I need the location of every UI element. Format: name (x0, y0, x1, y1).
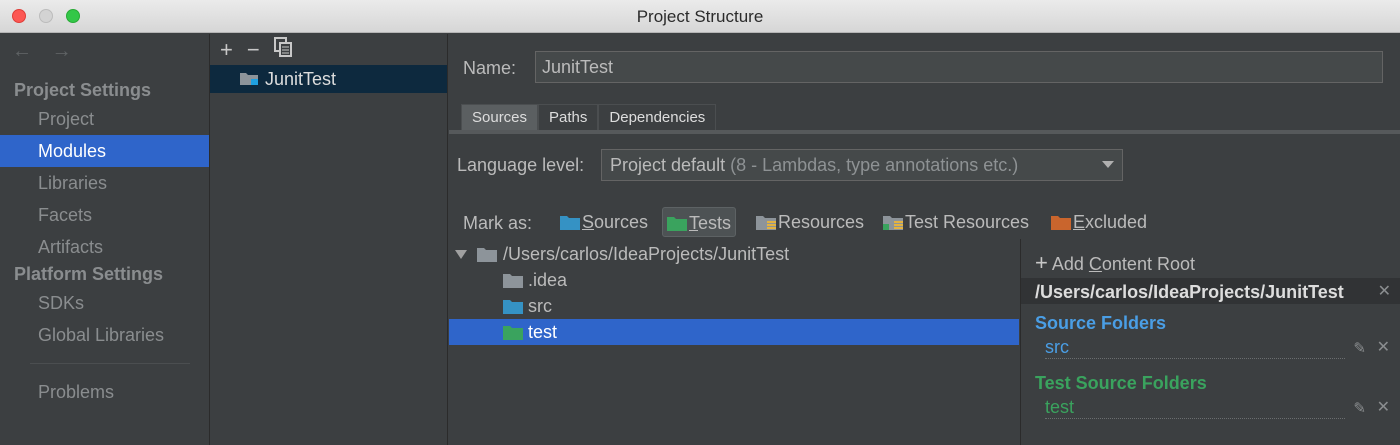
sidebar-item-sdks[interactable]: SDKs (0, 287, 209, 319)
expand-caret-icon[interactable] (455, 250, 467, 259)
settings-sidebar: ← → Project Settings Project Modules Lib… (0, 34, 210, 445)
add-module-button[interactable]: + (220, 37, 233, 63)
back-arrow-icon[interactable]: ← (12, 40, 32, 62)
remove-module-button[interactable]: − (247, 37, 260, 63)
tree-row-root[interactable]: /Users/carlos/IdeaProjects/JunitTest (449, 241, 1019, 267)
name-label: Name: (463, 58, 517, 78)
module-list-panel: + − JunitTest (210, 34, 448, 445)
mark-test-resources-label: Test Resources (905, 212, 1030, 232)
mark-excluded-label: xcluded (1085, 212, 1148, 232)
mark-test-resources-button[interactable]: Test Resources (879, 207, 1033, 237)
platform-settings-header: Platform Settings (14, 264, 164, 284)
add-content-root-rest: ontent Root (1101, 254, 1195, 274)
mark-resources-button[interactable]: Resources (752, 207, 868, 237)
test-resources-folder-icon (883, 216, 903, 230)
mark-tests-button[interactable]: Tests (662, 207, 737, 237)
test-folder-icon (503, 326, 523, 340)
source-folder-icon (503, 300, 523, 314)
source-folders-header: Source Folders (1035, 313, 1167, 333)
sidebar-item-libraries[interactable]: Libraries (0, 167, 209, 199)
nav-arrows: ← → (12, 40, 86, 63)
mark-as-label: Mark as: (463, 213, 533, 233)
mark-tests-label: ests (698, 213, 732, 233)
tree-row-idea[interactable]: .idea (449, 267, 1019, 293)
tree-item-label: src (528, 296, 552, 316)
tab-paths[interactable]: Paths (538, 104, 599, 130)
window-title: Project Structure (636, 7, 764, 26)
language-level-select[interactable]: Project default (8 - Lambdas, type annot… (601, 149, 1123, 181)
tree-item-label: .idea (528, 270, 568, 290)
tab-dependencies[interactable]: Dependencies (598, 104, 717, 130)
module-folder-icon (240, 73, 258, 85)
plus-icon: + (1035, 250, 1048, 275)
excluded-folder-icon (1051, 216, 1071, 230)
project-settings-header: Project Settings (14, 80, 152, 100)
sidebar-item-problems[interactable]: Problems (0, 376, 209, 408)
language-level-value: Project default (610, 155, 726, 175)
mark-sources-underline: S (582, 212, 595, 232)
add-content-root-button[interactable]: + Add Content Root (1035, 250, 1195, 276)
tree-root-label: /Users/carlos/IdeaProjects/JunitTest (503, 244, 790, 264)
copy-icon[interactable] (273, 37, 292, 63)
content-root-path: /Users/carlos/IdeaProjects/JunitTest (1035, 282, 1344, 302)
add-content-root-underline: C (1088, 254, 1102, 274)
module-name: JunitTest (265, 69, 337, 89)
tree-row-src[interactable]: src (449, 293, 1019, 319)
sidebar-divider (30, 363, 190, 364)
content-roots-panel: + Add Content Root /Users/carlos/IdeaPro… (1020, 239, 1400, 445)
edit-pencil-icon[interactable]: ✎ (1353, 399, 1366, 417)
tree-item-label: test (528, 322, 558, 342)
content-root-header: /Users/carlos/IdeaProjects/JunitTest ✕ (1021, 278, 1400, 304)
test-source-folder-entry[interactable]: test (1045, 397, 1345, 419)
module-toolbar: + − (220, 36, 292, 64)
sidebar-item-global-libraries[interactable]: Global Libraries (0, 319, 209, 351)
folder-icon (503, 274, 523, 288)
tree-row-test[interactable]: test (449, 319, 1019, 345)
mark-excluded-underline: E (1073, 212, 1086, 232)
language-level-label: Language level: (457, 155, 585, 175)
mark-excluded-button[interactable]: Excluded (1047, 207, 1151, 237)
module-name-field[interactable]: JunitTest (535, 51, 1383, 83)
tab-sources[interactable]: Sources (461, 104, 539, 130)
sidebar-item-modules[interactable]: Modules (0, 135, 209, 167)
remove-folder-icon[interactable]: ✕ (1377, 397, 1390, 417)
sidebar-item-project[interactable]: Project (0, 103, 209, 135)
sources-folder-icon (560, 216, 580, 230)
remove-content-root-icon[interactable]: ✕ (1378, 281, 1391, 301)
module-settings: Name: JunitTest Sources Paths Dependenci… (449, 34, 1400, 445)
mark-tests-underline: T (689, 213, 698, 233)
mark-sources-label: ources (594, 212, 649, 232)
language-level-detail: (8 - Lambdas, type annotations etc.) (730, 155, 1019, 175)
mark-resources-label: Resources (778, 212, 865, 232)
source-folder-entry[interactable]: src (1045, 337, 1345, 359)
content-root-tree: /Users/carlos/IdeaProjects/JunitTest .id… (449, 239, 1019, 445)
add-content-root-prefix: Add (1051, 254, 1089, 274)
forward-arrow-icon[interactable]: → (52, 40, 72, 62)
test-source-folders-header: Test Source Folders (1035, 373, 1207, 393)
folder-icon (477, 248, 497, 262)
module-tabs: Sources Paths Dependencies (461, 104, 717, 130)
mark-sources-button[interactable]: Sources (556, 207, 652, 237)
remove-folder-icon[interactable]: ✕ (1377, 337, 1390, 357)
module-item-junittest[interactable]: JunitTest (210, 65, 447, 93)
chevron-down-icon (1102, 161, 1114, 168)
tab-underline (449, 130, 1400, 134)
resources-folder-icon (756, 216, 776, 230)
edit-pencil-icon[interactable]: ✎ (1353, 339, 1366, 357)
sidebar-item-artifacts[interactable]: Artifacts (0, 231, 209, 263)
title-bar: Project Structure (0, 0, 1400, 33)
sidebar-item-facets[interactable]: Facets (0, 199, 209, 231)
tests-folder-icon (667, 217, 687, 231)
